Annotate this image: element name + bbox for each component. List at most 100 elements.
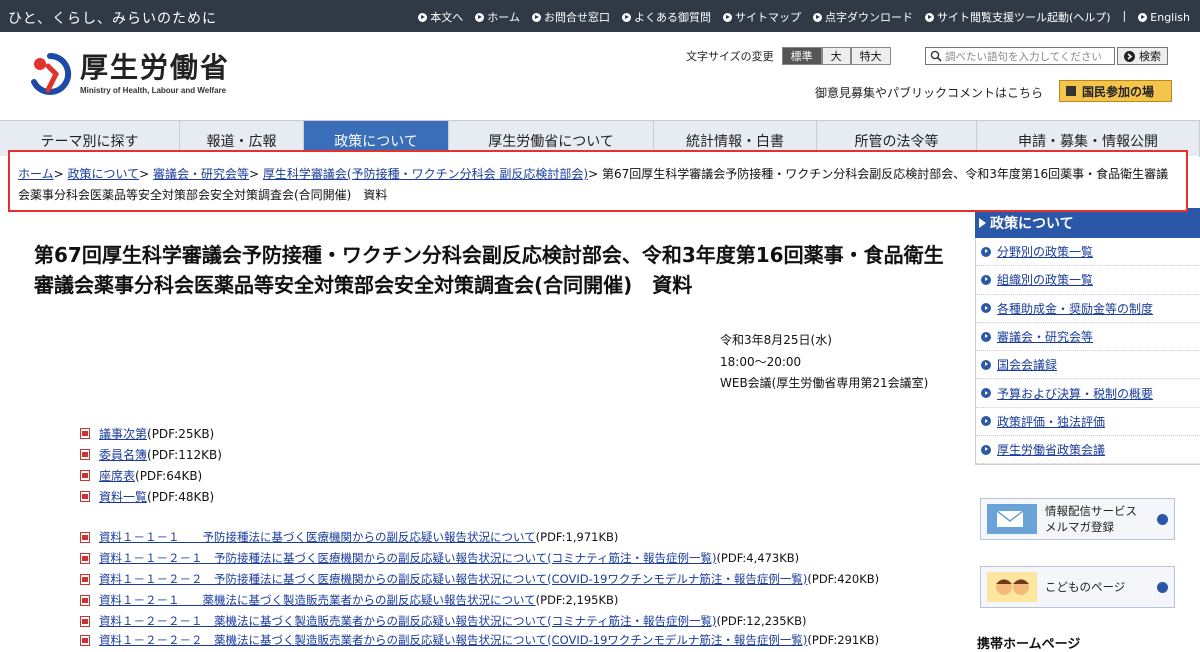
arrow-icon	[531, 12, 541, 22]
document-item: 委員名簿 (PDF:112KB)	[80, 446, 222, 463]
arrow-icon	[1066, 86, 1076, 96]
pdf-icon	[80, 573, 90, 585]
arrow-icon	[1124, 50, 1135, 62]
sidebar-item[interactable]: 各種助成金・奨励金等の制度	[976, 295, 1200, 323]
breadcrumb-council-page[interactable]: 厚生科学審議会(予防接種・ワクチン分科会 副反応検討部会)	[263, 167, 588, 181]
mail-magazine-banner[interactable]: 情報配信サービス メルマガ登録	[980, 498, 1175, 540]
breadcrumb-separator: >	[53, 167, 68, 181]
kids-icon	[987, 572, 1037, 602]
kids-page-banner[interactable]: こどものページ	[980, 566, 1175, 608]
document-link[interactable]: 座席表	[99, 467, 135, 484]
document-link[interactable]: 資料１－２－１ 薬機法に基づく製造販売業者からの副反応疑い報告状況について	[99, 592, 536, 608]
arrow-icon	[979, 218, 986, 228]
logo-text: 厚生労働省 Ministry of Health, Labour and Wel…	[80, 52, 230, 96]
document-link[interactable]: 議事次第	[99, 425, 147, 442]
top-link-honbun[interactable]: 本文へ	[418, 9, 463, 25]
font-size-label: 文字サイズの変更	[686, 50, 774, 63]
arrow-icon	[981, 416, 991, 427]
document-link[interactable]: 資料１－２－２－２ 薬機法に基づく製造販売業者からの副反応疑い報告状況について(…	[99, 632, 807, 648]
mail-icon	[987, 504, 1037, 534]
sidebar-item[interactable]: 予算および決算・税制の概要	[976, 379, 1200, 408]
document-item: 資料１－１－２－１ 予防接種法に基づく医療機関からの副反応疑い報告状況について(…	[80, 550, 799, 566]
document-item: 資料１－２－２－１ 薬機法に基づく製造販売業者からの副反応疑い報告状況について(…	[80, 613, 806, 629]
file-size: (PDF:12,235KB)	[716, 614, 807, 628]
meeting-info: 令和3年8月25日(水) 18:00～20:00 WEB会議(厚生労働省専用第2…	[720, 330, 928, 395]
search-input[interactable]: 調べたい語句を入力してください	[925, 47, 1115, 65]
file-size: (PDF:64KB)	[135, 468, 203, 483]
file-size: (PDF:25KB)	[147, 426, 215, 441]
pdf-icon	[80, 428, 90, 439]
breadcrumb-policy[interactable]: 政策について	[68, 167, 140, 181]
arrow-icon	[1157, 514, 1168, 525]
arrow-icon	[981, 246, 991, 257]
document-link[interactable]: 資料１－１－１ 予防接種法に基づく医療機関からの副反応疑い報告状況について	[99, 529, 536, 545]
sidebar-item[interactable]: 審議会・研究会等	[976, 323, 1200, 352]
sidebar-menu: 分野別の政策一覧 組織別の政策一覧 各種助成金・奨励金等の制度 審議会・研究会等…	[975, 238, 1200, 466]
site-search: 調べたい語句を入力してください 検索	[925, 47, 1168, 65]
pdf-icon	[80, 594, 90, 606]
arrow-icon	[722, 12, 732, 22]
top-link-faq[interactable]: よくある御質問	[621, 9, 711, 25]
sidebar-item[interactable]: 政策評価・独法評価	[976, 408, 1200, 437]
font-size-xlarge-button[interactable]: 特大	[850, 47, 891, 65]
file-size: (PDF:420KB)	[807, 572, 880, 586]
pdf-icon	[80, 470, 90, 481]
sidebar-item[interactable]: 国会会議録	[976, 351, 1200, 380]
breadcrumb: ホーム> 政策について> 審議会・研究会等> 厚生科学審議会(予防接種・ワクチン…	[8, 150, 1188, 212]
arrow-icon	[981, 331, 991, 342]
top-bar: ひと、くらし、みらいのために 本文へ ホーム お問合せ窓口 よくある御質問 サイ…	[0, 0, 1200, 32]
top-link-braille[interactable]: 点字ダウンロード	[812, 9, 913, 25]
arrow-icon	[475, 12, 485, 22]
top-link-sitemap[interactable]: サイトマップ	[722, 9, 801, 25]
search-button[interactable]: 検索	[1117, 47, 1168, 65]
document-item: 資料１－２－１ 薬機法に基づく製造販売業者からの副反応疑い報告状況について (PD…	[80, 592, 618, 608]
kids-banner-text: こどものページ	[1045, 580, 1126, 594]
ministry-logo-icon	[31, 52, 72, 95]
breadcrumb-home[interactable]: ホーム	[18, 167, 54, 181]
file-size: (PDF:48KB)	[147, 489, 215, 504]
site-logo[interactable]: 厚生労働省 Ministry of Health, Labour and Wel…	[28, 52, 230, 96]
arrow-icon	[981, 444, 991, 455]
breadcrumb-councils[interactable]: 審議会・研究会等	[153, 167, 249, 181]
file-size: (PDF:112KB)	[147, 447, 222, 462]
font-size-large-button[interactable]: 大	[821, 47, 851, 65]
document-item: 資料１－１－１ 予防接種法に基づく医療機関からの副反応疑い報告状況について (PD…	[80, 529, 618, 545]
document-link[interactable]: 資料一覧	[99, 488, 147, 505]
sidebar-heading[interactable]: 政策について	[975, 208, 1200, 238]
kokumin-sanka-button[interactable]: 国民参加の場	[1059, 80, 1172, 102]
meeting-venue: WEB会議(厚生労働省専用第21会議室)	[720, 376, 929, 390]
top-link-contact[interactable]: お問合せ窓口	[531, 9, 610, 25]
top-link-home[interactable]: ホーム	[475, 9, 520, 25]
breadcrumb-separator: >	[139, 167, 154, 181]
document-link[interactable]: 資料１－１－２－２ 予防接種法に基づく医療機関からの副反応疑い報告状況について(…	[99, 571, 807, 587]
file-size: (PDF:2,195KB)	[535, 593, 619, 607]
breadcrumb-separator: >	[249, 167, 263, 181]
document-link[interactable]: 資料１－２－２－１ 薬機法に基づく製造販売業者からの副反応疑い報告状況について(…	[99, 613, 716, 629]
search-icon	[930, 50, 942, 62]
font-size-switcher: 文字サイズの変更 標準 大 特大	[686, 47, 891, 65]
sidebar-item[interactable]: 分野別の政策一覧	[976, 238, 1200, 267]
file-size: (PDF:4,473KB)	[716, 551, 800, 565]
top-links: 本文へ ホーム お問合せ窓口 よくある御質問 サイトマップ 点字ダウンロード サ…	[406, 9, 1190, 25]
arrow-icon	[812, 12, 822, 22]
sidebar-item[interactable]: 組織別の政策一覧	[976, 266, 1200, 295]
top-link-english[interactable]: English	[1138, 9, 1190, 25]
font-size-standard-button[interactable]: 標準	[781, 47, 822, 65]
document-link[interactable]: 資料１－１－２－１ 予防接種法に基づく医療機関からの副反応疑い報告状況について(…	[99, 550, 716, 566]
breadcrumb-separator: >	[588, 167, 602, 181]
arrow-icon	[981, 303, 991, 314]
arrow-icon	[418, 12, 428, 22]
arrow-icon	[1157, 582, 1168, 593]
sidebar-item[interactable]: 厚生労働省政策会議	[976, 436, 1200, 465]
file-size: (PDF:291KB)	[807, 633, 880, 647]
public-comment-link[interactable]: 御意見募集やパブリックコメントはこちら	[815, 84, 1043, 101]
pdf-icon	[80, 449, 90, 460]
top-link-assist-tool[interactable]: サイト閲覧支援ツール起動(ヘルプ)	[924, 9, 1111, 25]
page-title: 第67回厚生科学審議会予防接種・ワクチン分科会副反応検討部会、令和3年度第16回…	[34, 243, 944, 297]
pdf-icon	[80, 552, 90, 564]
search-placeholder: 調べたい語句を入力してください	[945, 50, 1102, 63]
arrow-icon	[981, 274, 991, 285]
meeting-date: 令和3年8月25日(水)	[720, 333, 832, 347]
document-link[interactable]: 委員名簿	[99, 446, 147, 463]
document-item: 座席表 (PDF:64KB)	[80, 467, 202, 484]
